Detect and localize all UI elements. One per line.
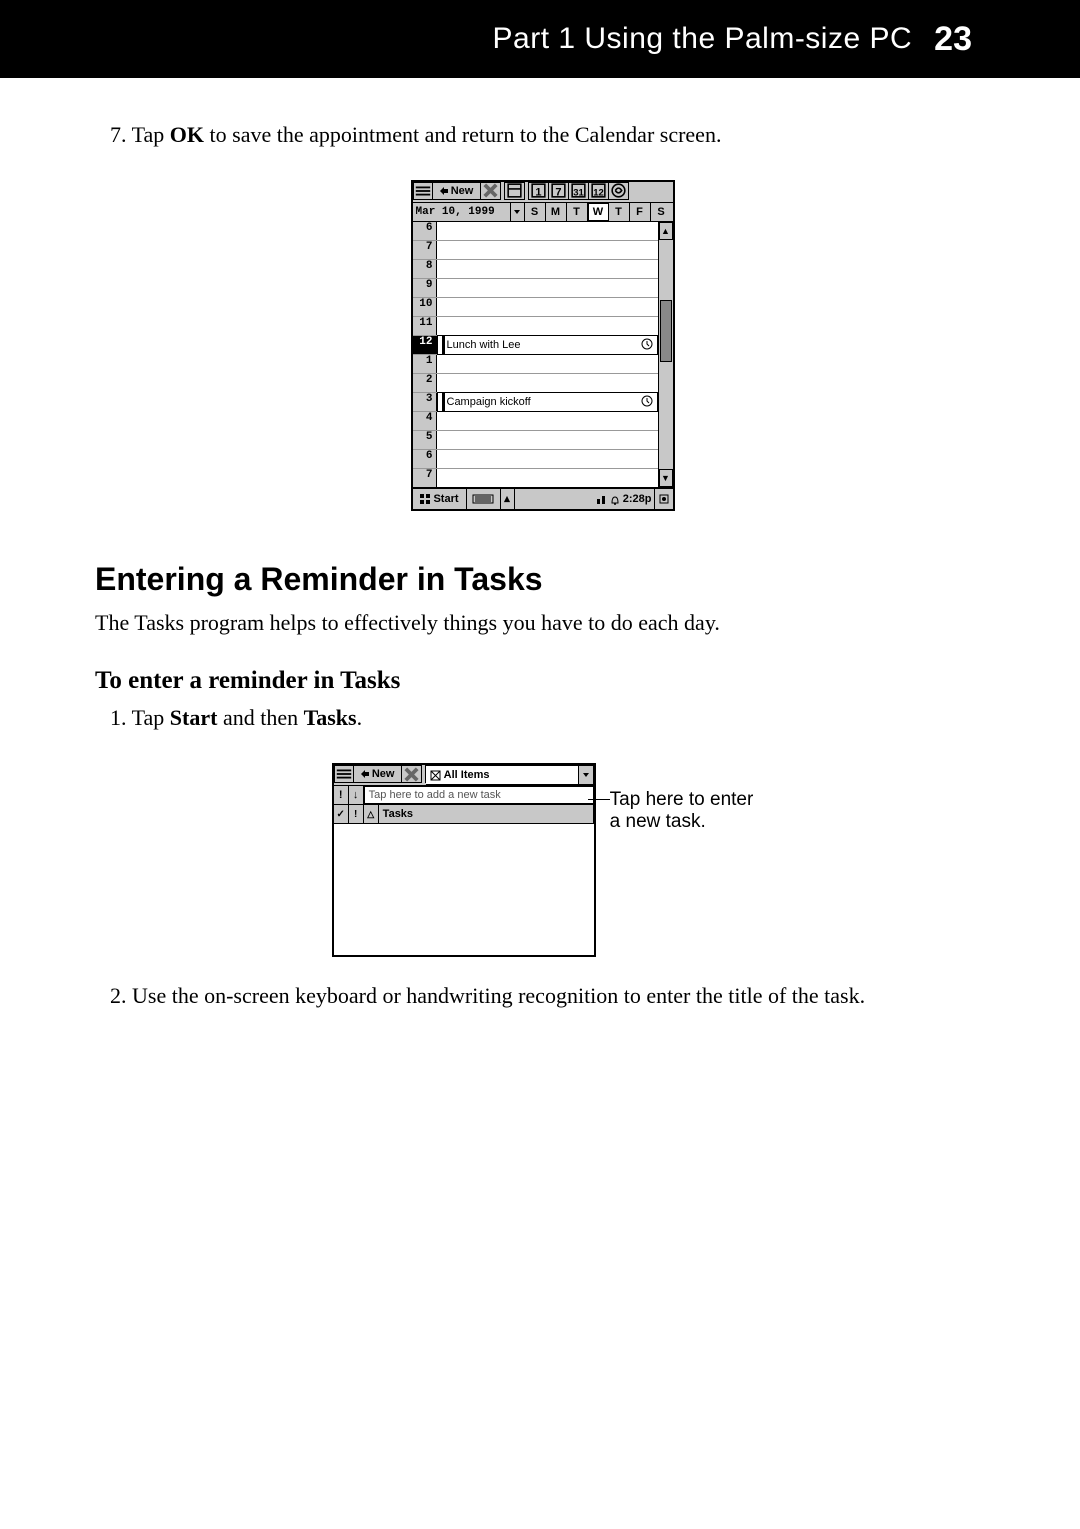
day-t[interactable]: T xyxy=(567,203,588,221)
new-button[interactable]: New xyxy=(354,765,402,783)
view-agenda-button[interactable] xyxy=(505,182,525,200)
sort-icon[interactable]: ↓ xyxy=(349,786,364,804)
section-intro: The Tasks program helps to effectively t… xyxy=(95,608,990,638)
complete-col[interactable]: ✓ xyxy=(334,805,349,823)
subheading: To enter a reminder in Tasks xyxy=(95,667,990,695)
appointment-3[interactable]: Campaign kickoff xyxy=(437,392,658,412)
section-heading: Entering a Reminder in Tasks xyxy=(95,561,990,598)
calendar-grid[interactable]: 6 7 8 9 10 11 12 Lunch with Lee 1 2 xyxy=(413,222,658,487)
step-7: 7. Tap OK to save the appointment and re… xyxy=(110,120,990,150)
page-header: Part 1 Using the Palm-size PC 23 xyxy=(0,0,1080,78)
svg-text:1: 1 xyxy=(535,186,541,198)
tasks-list[interactable] xyxy=(334,824,594,955)
keyboard-button[interactable] xyxy=(467,489,501,509)
close-button[interactable] xyxy=(481,182,501,200)
page-number: 23 xyxy=(934,20,972,59)
scroll-down[interactable]: ▼ xyxy=(659,469,673,487)
callout-line xyxy=(588,799,610,800)
day-t2[interactable]: T xyxy=(609,203,630,221)
day-f[interactable]: F xyxy=(630,203,651,221)
desktop-button[interactable] xyxy=(655,489,673,509)
category-icon xyxy=(430,770,441,781)
view-day-button[interactable]: 1 xyxy=(529,182,549,200)
day-w[interactable]: W xyxy=(588,203,609,221)
toolbar-handle[interactable] xyxy=(413,182,433,200)
day-s2[interactable]: S xyxy=(651,203,672,221)
calendar-daterow: Mar 10, 1999 S M T W T F S xyxy=(413,203,673,222)
tray-icon xyxy=(610,493,620,505)
callout: Tap here to enter a new task. xyxy=(610,789,754,833)
day-m[interactable]: M xyxy=(546,203,567,221)
toolbar-handle[interactable] xyxy=(334,765,354,783)
new-task-input[interactable]: Tap here to add a new task xyxy=(364,786,594,804)
step-1: 1. Tap Start and then Tasks. xyxy=(110,703,990,733)
system-tray[interactable]: 2:28p xyxy=(515,489,655,509)
calendar-screenshot: New 1 7 31 12 Mar 10, 199 xyxy=(411,180,675,511)
part-label: Part 1 Using the Palm-size PC xyxy=(493,22,913,56)
scrollbar[interactable]: ▲ ▼ xyxy=(658,222,673,487)
view-week-button[interactable]: 7 xyxy=(549,182,569,200)
close-button[interactable] xyxy=(402,765,422,783)
svg-text:12: 12 xyxy=(593,187,604,198)
goto-button[interactable] xyxy=(609,182,629,200)
task-entry-row: ! ↓ Tap here to add a new task xyxy=(334,786,594,805)
tasks-columns: ✓ ! △ Tasks xyxy=(334,805,594,824)
tasks-toolbar: New All Items xyxy=(334,765,594,786)
chevron-down-icon[interactable] xyxy=(578,766,593,784)
view-year-button[interactable]: 12 xyxy=(589,182,609,200)
attach-col[interactable]: △ xyxy=(364,805,379,823)
tasks-screenshot: New All Items ! ↓ Tap here to add xyxy=(332,763,596,957)
tray-icon xyxy=(595,493,607,505)
reminder-icon xyxy=(641,395,653,407)
scroll-thumb[interactable] xyxy=(660,300,672,362)
sip-up[interactable]: ▴ xyxy=(501,489,515,509)
clock: 2:28p xyxy=(623,493,652,505)
step-num: 7. xyxy=(110,122,127,147)
new-button[interactable]: New xyxy=(433,182,481,200)
priority-icon[interactable]: ! xyxy=(334,786,349,804)
step-2: 2. Use the on-screen keyboard or handwri… xyxy=(110,981,990,1011)
date-dropdown[interactable] xyxy=(511,203,525,221)
scroll-up[interactable]: ▲ xyxy=(659,222,673,240)
taskbar: Start ▴ 2:28p xyxy=(413,487,673,509)
tasks-col[interactable]: Tasks xyxy=(379,805,594,823)
reminder-icon xyxy=(641,338,653,350)
filter-dropdown[interactable]: All Items xyxy=(426,765,594,785)
calendar-toolbar: New 1 7 31 12 xyxy=(413,182,673,203)
day-s[interactable]: S xyxy=(525,203,546,221)
svg-text:31: 31 xyxy=(573,187,584,198)
svg-text:7: 7 xyxy=(555,186,561,198)
priority-col[interactable]: ! xyxy=(349,805,364,823)
date-field[interactable]: Mar 10, 1999 xyxy=(413,203,511,221)
appointment-12[interactable]: Lunch with Lee xyxy=(437,335,658,355)
start-button[interactable]: Start xyxy=(413,489,467,509)
view-month-button[interactable]: 31 xyxy=(569,182,589,200)
